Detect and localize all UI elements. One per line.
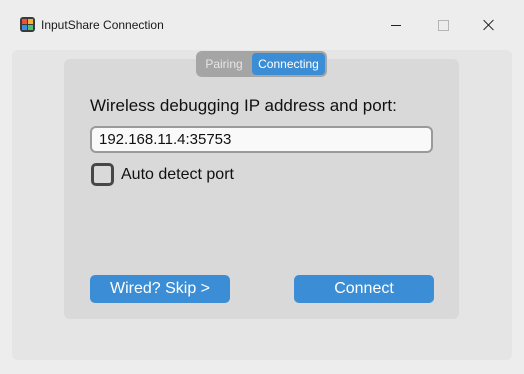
- auto-detect-label[interactable]: Auto detect port: [121, 166, 234, 184]
- wired-skip-button[interactable]: Wired? Skip >: [90, 275, 230, 303]
- title-bar[interactable]: InputShare Connection: [0, 0, 524, 50]
- tab-pairing[interactable]: Pairing: [198, 53, 250, 75]
- tab-connecting[interactable]: Connecting: [252, 53, 325, 75]
- mode-tab-switcher: Pairing Connecting: [196, 51, 327, 77]
- auto-detect-row[interactable]: Auto detect port: [91, 163, 234, 186]
- auto-detect-checkbox[interactable]: [91, 163, 114, 186]
- maximize-icon: [437, 19, 449, 31]
- connection-panel: Wireless debugging IP address and port: …: [64, 59, 459, 319]
- minimize-icon: [391, 24, 401, 26]
- ip-address-input[interactable]: [90, 126, 433, 153]
- window-title: InputShare Connection: [41, 18, 164, 32]
- minimize-button[interactable]: [373, 8, 419, 42]
- app-window: InputShare Connection Wireless debugging…: [0, 0, 524, 374]
- close-button[interactable]: [466, 8, 512, 42]
- address-label: Wireless debugging IP address and port:: [90, 96, 397, 115]
- connect-button[interactable]: Connect: [294, 275, 434, 303]
- maximize-button[interactable]: [420, 8, 466, 42]
- client-area: Wireless debugging IP address and port: …: [12, 50, 512, 360]
- inputshare-app-icon: [20, 17, 35, 32]
- close-icon: [483, 19, 495, 31]
